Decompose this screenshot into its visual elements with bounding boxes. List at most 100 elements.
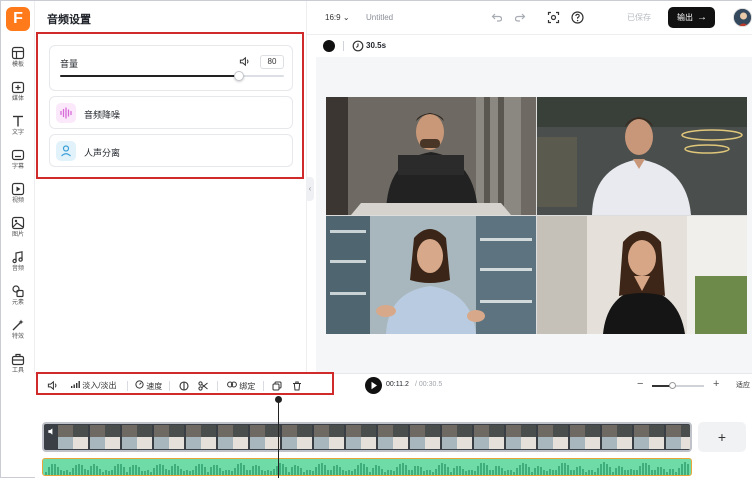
waveform-bar [555, 470, 557, 475]
play-button[interactable] [365, 377, 382, 394]
scissors-icon[interactable] [198, 381, 208, 391]
waveform-bar [399, 463, 401, 475]
waveform-bar [408, 469, 410, 475]
waveform-bar [663, 469, 665, 475]
project-title[interactable]: Untitled [366, 13, 393, 22]
copy-icon[interactable] [272, 381, 282, 391]
divider [263, 381, 264, 391]
waveform-bar [273, 469, 275, 475]
fade-button[interactable]: 淡入/淡出 [71, 380, 116, 391]
sidebar-item-template[interactable]: 模板 [1, 43, 35, 75]
redo-icon[interactable] [514, 11, 526, 23]
waveform-bar [489, 469, 491, 475]
waveform-bar [333, 466, 335, 475]
zoom-slider[interactable] [652, 382, 704, 389]
aspect-ratio-select[interactable]: 16:9 ⌄ [325, 13, 350, 22]
divider [169, 381, 170, 391]
denoise-option[interactable]: 音频降噪 [49, 96, 293, 129]
voice-separation-label: 人声分离 [84, 148, 121, 158]
avatar[interactable] [733, 8, 752, 27]
clip-thumbnail [666, 425, 690, 449]
zoom-slider-thumb[interactable] [669, 382, 677, 389]
volume-slider[interactable] [60, 71, 284, 81]
sidebar-item-image[interactable]: 图片 [1, 213, 35, 245]
screenshot-icon[interactable] [547, 11, 560, 24]
zoom-in-button[interactable]: + [713, 378, 719, 390]
waveform-bar [615, 467, 617, 475]
waveform-bar [537, 465, 539, 475]
speaker-icon[interactable] [239, 56, 250, 67]
volume-input[interactable]: 80 [260, 55, 284, 69]
clip-volume-icon[interactable] [47, 427, 56, 436]
undo-icon[interactable] [491, 11, 503, 23]
panel-collapse-handle[interactable]: ‹ [306, 177, 314, 201]
waveform-bar [354, 468, 356, 475]
sidebar-item-tools[interactable]: 工具 [1, 349, 35, 381]
sidebar-item-subtitle[interactable]: 字幕 [1, 145, 35, 177]
waveform-bar [168, 469, 170, 475]
sidebar-item-label: 元素 [11, 300, 24, 306]
waveform-bar [420, 467, 422, 475]
denoise-icon-badge [56, 103, 76, 123]
waveform-bar [525, 463, 527, 475]
export-button[interactable]: 输出 → [668, 7, 715, 28]
volume-icon[interactable] [47, 380, 58, 391]
waveform-bar [267, 469, 269, 475]
app-logo[interactable]: F [6, 7, 30, 31]
waveform-bar [138, 467, 140, 475]
top-bar: 16:9 ⌄ Untitled 已保存 输出 → [307, 1, 752, 35]
waveform-bar [459, 466, 461, 475]
waveform-bar [654, 469, 656, 475]
trash-icon[interactable] [292, 381, 302, 391]
waveform-bar [669, 469, 671, 475]
speedometer-icon [135, 380, 144, 389]
speed-button[interactable]: 速度 [135, 380, 162, 392]
sidebar-item-elements[interactable]: 元素 [1, 281, 35, 313]
waveform-bar [501, 468, 503, 475]
waveform-bar [603, 462, 605, 475]
clock-icon[interactable] [352, 40, 364, 52]
clip-thumbnail [90, 425, 120, 449]
video-track-clip[interactable] [42, 422, 692, 452]
signal-bars-icon [71, 381, 80, 388]
bind-button[interactable]: 绑定 [227, 380, 255, 392]
waveform-bar [471, 470, 473, 475]
waveform-bar [597, 468, 599, 475]
waveform-bar [249, 469, 251, 475]
panel-title: 音频设置 [47, 14, 91, 26]
split-icon[interactable] [179, 381, 189, 391]
waveform-bar [108, 470, 110, 475]
waveform-bar [570, 469, 572, 475]
media-upload-icon [11, 81, 25, 94]
waveform-bar [360, 463, 362, 475]
help-icon[interactable] [571, 11, 584, 24]
voice-separation-option[interactable]: 人声分离 [49, 134, 293, 167]
video-preview[interactable] [326, 97, 747, 334]
add-clip-button[interactable]: + [698, 422, 746, 452]
sidebar-item-video[interactable]: 视频 [1, 179, 35, 211]
canvas-duration[interactable]: 30.5s [366, 41, 386, 50]
sidebar-item-text[interactable]: 文字 [1, 111, 35, 143]
background-color-picker[interactable] [323, 40, 335, 52]
waveform-bar [483, 462, 485, 475]
sidebar-item-media[interactable]: 媒体 [1, 77, 35, 109]
fit-timeline-button[interactable]: 适应 [736, 380, 750, 390]
clip-thumbnail [378, 425, 408, 449]
audio-track-clip[interactable] [42, 458, 692, 476]
waveform-bar [78, 463, 80, 475]
zoom-out-button[interactable]: − [637, 378, 643, 390]
waveform-bar [351, 471, 353, 475]
waveform-bar [624, 470, 626, 475]
voice-icon-badge [56, 141, 76, 161]
waveform-bar [468, 469, 470, 475]
waveform-bar [156, 464, 158, 475]
playhead-handle[interactable] [275, 396, 282, 403]
sidebar-item-effects[interactable]: 特效 [1, 315, 35, 347]
waveform-bar [189, 471, 191, 475]
volume-slider-thumb[interactable] [234, 71, 245, 81]
playhead-line[interactable] [278, 397, 279, 478]
export-label: 输出 [677, 13, 693, 22]
waveform-bar [381, 468, 383, 475]
waveform-bar [432, 471, 434, 475]
sidebar-item-audio[interactable]: 音频 [1, 247, 35, 279]
